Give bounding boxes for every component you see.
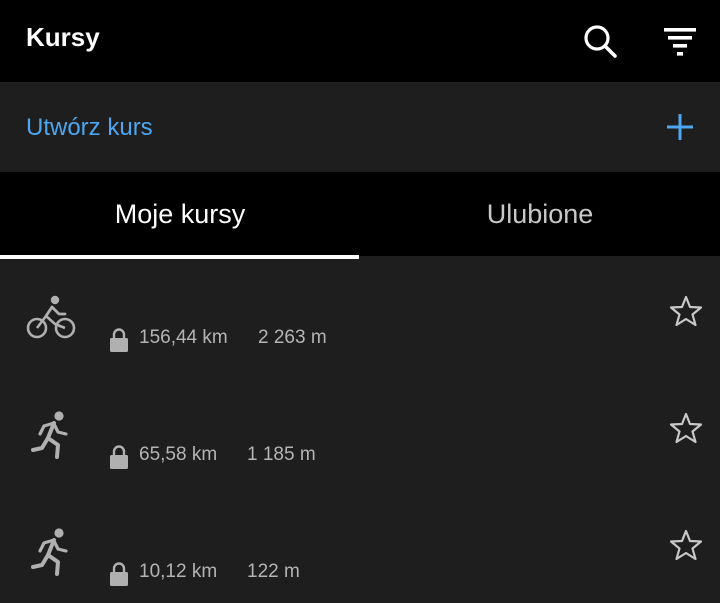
create-course-row[interactable]: Utwórz kurs bbox=[0, 82, 720, 172]
course-list-item[interactable]: 10,12 km 122 m bbox=[0, 493, 720, 603]
activity-icon-container bbox=[24, 527, 78, 577]
activity-icon-container bbox=[24, 410, 78, 460]
star-icon bbox=[669, 529, 703, 561]
favorite-button[interactable] bbox=[660, 285, 712, 337]
lock-icon bbox=[110, 445, 128, 469]
tab-bar: Moje kursy Ulubione bbox=[0, 172, 720, 256]
create-course-label: Utwórz kurs bbox=[26, 114, 153, 141]
filter-button[interactable] bbox=[652, 13, 708, 69]
course-list-item[interactable]: 65,58 km 1 185 m bbox=[0, 376, 720, 493]
star-icon bbox=[669, 295, 703, 327]
course-distance: 10,12 km bbox=[139, 561, 218, 582]
app-window: Kursy Utwórz kurs Moje kursy Ulubione 15… bbox=[0, 0, 720, 603]
plus-icon bbox=[667, 114, 693, 140]
favorite-button[interactable] bbox=[660, 519, 712, 571]
course-distance: 156,44 km bbox=[139, 327, 228, 348]
tab-my-courses[interactable]: Moje kursy bbox=[0, 172, 360, 256]
search-icon bbox=[584, 25, 617, 58]
star-icon bbox=[669, 412, 703, 444]
course-elevation: 2 263 m bbox=[258, 327, 327, 348]
filter-icon bbox=[664, 28, 696, 56]
favorite-button[interactable] bbox=[660, 402, 712, 454]
tab-favorites[interactable]: Ulubione bbox=[360, 172, 720, 256]
top-app-bar: Kursy bbox=[0, 0, 720, 82]
lock-icon bbox=[110, 562, 128, 586]
search-button[interactable] bbox=[572, 13, 628, 69]
create-course-button[interactable] bbox=[652, 99, 708, 155]
course-distance: 65,58 km bbox=[139, 444, 218, 465]
course-elevation: 1 185 m bbox=[247, 444, 316, 465]
page-title: Kursy bbox=[26, 22, 100, 52]
course-list-item[interactable]: 156,44 km 2 263 m bbox=[0, 259, 720, 376]
course-elevation: 122 m bbox=[247, 561, 300, 582]
activity-icon-container bbox=[24, 293, 78, 343]
running-icon bbox=[31, 528, 68, 576]
cycling-icon bbox=[26, 295, 76, 339]
lock-icon bbox=[110, 328, 128, 352]
running-icon bbox=[31, 411, 68, 459]
